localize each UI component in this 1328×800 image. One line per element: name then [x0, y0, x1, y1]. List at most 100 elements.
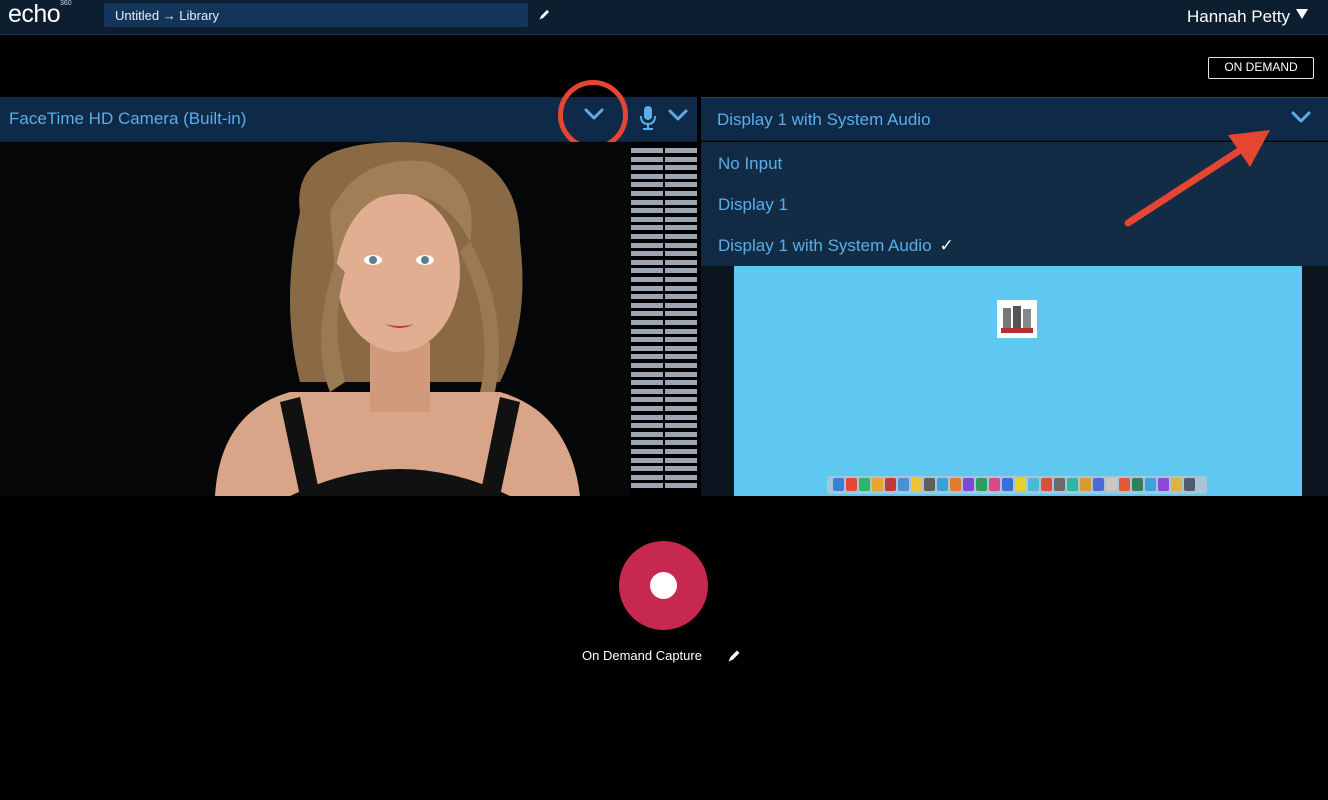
- audio-meter-segment: [631, 225, 663, 231]
- audio-meter-segment: [631, 320, 663, 325]
- audio-meter-segment: [665, 371, 697, 377]
- audio-meter-segment: [665, 414, 697, 420]
- audio-meter-segment: [631, 466, 663, 472]
- caret-down-icon[interactable]: [1296, 9, 1308, 19]
- audio-meter-segment: [665, 173, 697, 179]
- dock-app-icon: [833, 478, 844, 491]
- capture-name-label: On Demand Capture: [582, 648, 702, 663]
- audio-meter-segment: [665, 259, 697, 265]
- audio-meter-segment: [665, 242, 697, 248]
- audio-meter-segment: [665, 363, 697, 368]
- dock-app-icon: [1132, 478, 1143, 491]
- audio-meter-segment: [631, 328, 663, 334]
- audio-meter-segment: [665, 277, 697, 282]
- dock-app-icon: [1002, 478, 1013, 491]
- audio-meter-segment: [631, 371, 663, 377]
- audio-meter-segment: [665, 320, 697, 325]
- audio-meter-segment: [665, 225, 697, 231]
- camera-preview: [0, 142, 630, 496]
- microphone-icon[interactable]: [638, 105, 658, 131]
- desktop-dock: [827, 476, 1207, 494]
- audio-meter-segment: [665, 199, 697, 205]
- highlight-circle: [558, 80, 628, 150]
- audio-meter-segment: [631, 148, 663, 153]
- audio-meter-segment: [631, 294, 663, 300]
- dock-app-icon: [1080, 478, 1091, 491]
- edit-capture-name-pencil-icon[interactable]: [727, 648, 742, 663]
- dropdown-option-display-1[interactable]: Display 1: [718, 195, 788, 215]
- audio-meter-segment: [631, 268, 663, 274]
- dock-app-icon: [963, 478, 974, 491]
- audio-meter-segment: [631, 311, 663, 317]
- audio-level-meter: [630, 142, 700, 492]
- dock-app-icon: [1119, 478, 1130, 491]
- dock-app-icon: [1093, 478, 1104, 491]
- dock-app-icon: [859, 478, 870, 491]
- audio-meter-segment: [665, 311, 697, 317]
- dock-app-icon: [846, 478, 857, 491]
- audio-meter-segment: [665, 294, 697, 300]
- audio-meter-segment: [631, 302, 663, 308]
- audio-meter-segment: [631, 449, 663, 454]
- dock-app-icon: [885, 478, 896, 491]
- dock-app-icon: [989, 478, 1000, 491]
- audio-meter-segment: [631, 285, 663, 291]
- audio-meter-segment: [631, 277, 663, 282]
- audio-meter-segment: [665, 337, 697, 343]
- dock-app-icon: [1028, 478, 1039, 491]
- echo-logo[interactable]: echo: [8, 0, 61, 29]
- dropdown-option-no-input[interactable]: No Input: [718, 154, 782, 174]
- user-menu-name[interactable]: Hannah Petty: [1187, 7, 1290, 27]
- title-field[interactable]: Untitled → Library: [104, 3, 528, 27]
- display-chevron-down-icon[interactable]: [1290, 110, 1312, 126]
- audio-meter-segment: [665, 474, 697, 480]
- audio-meter-segment: [665, 406, 697, 411]
- audio-meter-segment: [631, 345, 663, 351]
- audio-meter-segment: [631, 191, 663, 196]
- audio-meter-segment: [665, 191, 697, 196]
- audio-meter-segment: [665, 268, 697, 274]
- audio-meter-segment: [631, 354, 663, 360]
- top-bar: echo 360 Untitled → Library Hannah Petty: [0, 0, 1328, 35]
- camera-person-image: [215, 142, 580, 496]
- audio-meter-segment: [665, 234, 697, 239]
- dock-app-icon: [924, 478, 935, 491]
- audio-meter-segment: [665, 328, 697, 334]
- dropdown-option-display-1-system-audio[interactable]: Display 1 with System Audio ✓: [718, 236, 954, 256]
- audio-meter-segment: [631, 431, 663, 437]
- audio-meter-segment: [665, 345, 697, 351]
- dock-app-icon: [1054, 478, 1065, 491]
- dock-app-icon: [1184, 478, 1195, 491]
- audio-meter-segment: [631, 208, 663, 214]
- dock-app-icon: [1041, 478, 1052, 491]
- dock-app-icon: [937, 478, 948, 491]
- audio-meter-segment: [665, 165, 697, 171]
- audio-meter-segment: [665, 285, 697, 291]
- audio-meter-segment: [665, 156, 697, 162]
- audio-meter-segment: [665, 182, 697, 188]
- dock-app-icon: [1015, 478, 1026, 491]
- audio-meter-segment: [665, 397, 697, 403]
- echo-logo-superscript: 360: [60, 0, 72, 7]
- audio-meter-segment: [631, 406, 663, 411]
- audio-meter-segment: [665, 148, 697, 153]
- audio-meter-segment: [631, 388, 663, 394]
- dock-app-icon: [1145, 478, 1156, 491]
- audio-meter-segment: [631, 397, 663, 403]
- audio-meter-segment: [665, 354, 697, 360]
- audio-meter-segment: [631, 474, 663, 480]
- edit-title-pencil-icon[interactable]: [538, 8, 551, 21]
- microphone-chevron-down-icon[interactable]: [667, 108, 689, 124]
- audio-meter-segment: [631, 156, 663, 162]
- audio-meter-segment: [665, 483, 697, 489]
- record-button[interactable]: [619, 541, 708, 630]
- audio-meter-segment: [631, 483, 663, 489]
- audio-meter-segment: [631, 173, 663, 179]
- audio-meter-segment: [631, 380, 663, 386]
- audio-meter-segment: [665, 423, 697, 429]
- capture-title-path: Untitled → Library: [115, 8, 220, 23]
- dock-app-icon: [1067, 478, 1078, 491]
- audio-meter-segment: [665, 466, 697, 472]
- dock-app-icon: [1171, 478, 1182, 491]
- audio-meter-segment: [665, 251, 697, 257]
